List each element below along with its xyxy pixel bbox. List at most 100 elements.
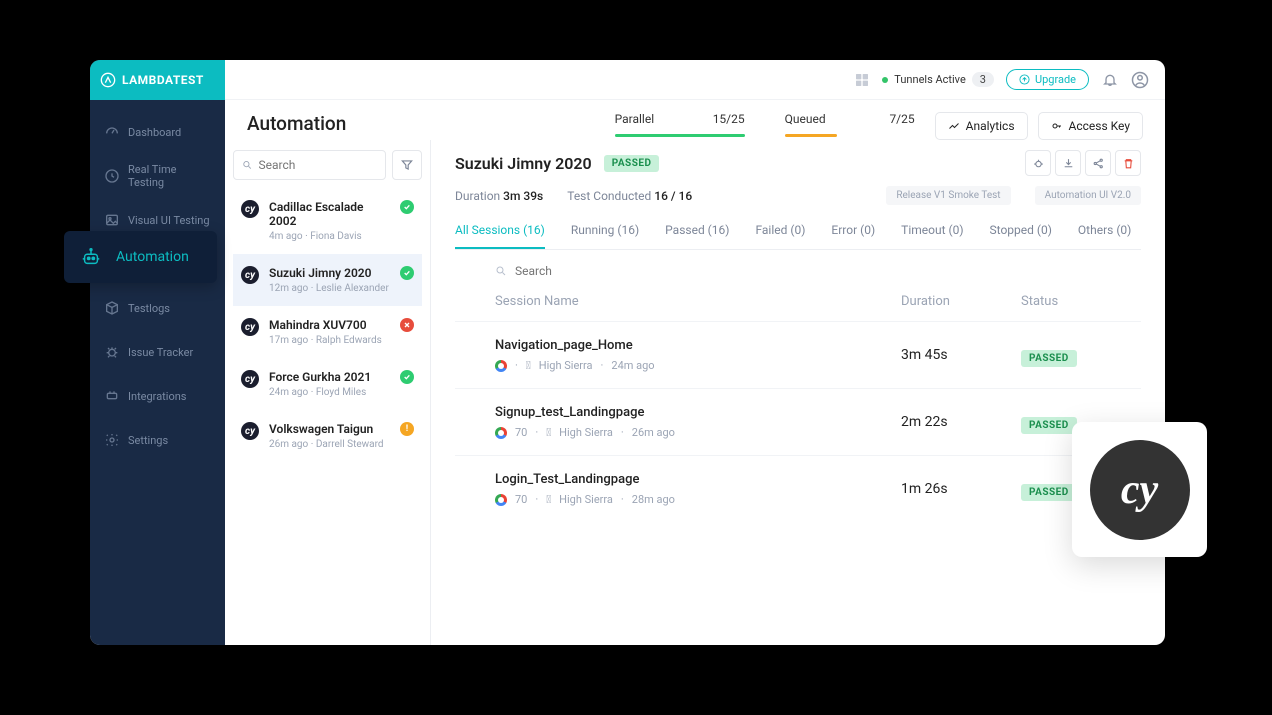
search-icon [242,159,253,171]
user-circle-icon [1131,71,1149,89]
col-duration-header: Duration [901,294,1021,309]
session-table-search[interactable] [455,264,1141,278]
robot-icon [80,246,102,268]
session-tab[interactable]: Passed (16) [665,223,729,249]
counter-value: 7/25 [889,112,914,126]
session-row[interactable]: Login_Test_Landingpage 70·  High Sierra… [455,455,1141,522]
session-row-status: PASSED [1021,484,1077,501]
session-tabs: All Sessions (16) Running (16) Passed (16)… [455,223,1141,250]
build-name: Volkswagen Taigun [269,422,390,436]
sidebar-item-label: Settings [128,434,168,447]
build-name: Cadillac Escalade 2002 [269,200,390,228]
sidebar-flyout-automation[interactable]: Automation [64,231,217,283]
conducted-label: Test Conducted [567,189,651,203]
session-tab[interactable]: Error (0) [831,223,875,249]
build-item[interactable]: cy Volkswagen Taigun 26m ago · Darrell S… [233,410,422,462]
build-item[interactable]: cy Cadillac Escalade 2002 4m ago · Fiona… [233,188,422,254]
search-icon [495,265,507,277]
gauge-icon [104,124,120,140]
build-search[interactable] [233,150,386,180]
tunnels-label: Tunnels Active [894,73,965,86]
col-status-header: Status [1021,294,1141,309]
apple-icon:  [546,493,551,506]
progress-bar-orange [785,134,837,137]
sidebar-item-realtimetesting[interactable]: Real Time Testing [90,154,225,198]
col-name-header: Session Name [495,294,901,309]
session-tab[interactable]: Timeout (0) [901,223,963,249]
filter-button[interactable] [392,150,422,180]
build-item[interactable]: cy Suzuki Jimny 2020 12m ago · Leslie Al… [233,254,422,306]
session-row-duration: 3m 45s [901,347,1021,363]
duration-label: Duration [455,189,500,203]
build-status-icon: ! [400,422,414,436]
counter-value: 15/25 [713,112,745,126]
analytics-button[interactable]: Analytics [935,112,1028,140]
build-meta: 17m ago · Ralph Edwards [269,335,390,346]
build-meta: 24m ago · Floyd Miles [269,387,390,398]
brand-header[interactable]: LAMBDATEST [90,60,225,100]
build-search-input[interactable] [259,158,377,172]
sidebar-item-label: Real Time Testing [128,163,211,189]
cypress-icon: cy [1090,440,1190,540]
sidebar-item-integrations[interactable]: Integrations [90,374,225,418]
analytics-label: Analytics [966,119,1015,133]
upgrade-label: Upgrade [1035,73,1076,86]
apple-icon:  [526,359,531,372]
session-row[interactable]: Signup_test_Landingpage 70·  High Sierr… [455,388,1141,455]
session-title: Suzuki Jimny 2020 [455,154,592,173]
session-row-duration: 1m 26s [901,481,1021,497]
sidebar-item-issuetracker[interactable]: Issue Tracker [90,330,225,374]
session-row-meta: ·  High Sierra·24m ago [495,359,901,372]
build-meta: 12m ago · Leslie Alexander [269,283,390,294]
session-tab[interactable]: Stopped (0) [990,223,1052,249]
build-status-icon [400,370,414,384]
build-status-icon [400,266,414,280]
build-item[interactable]: cy Force Gurkha 2021 24m ago · Floyd Mil… [233,358,422,410]
status-pill: PASSED [604,155,660,172]
key-icon [1051,120,1063,132]
brand-text: LAMBDATEST [122,73,204,87]
conducted-value: 16 / 16 [654,189,692,203]
session-row[interactable]: Navigation_page_Home ·  High Sierra·24m… [455,321,1141,388]
session-row-name: Login_Test_Landingpage [495,472,901,487]
grid-icon[interactable] [854,72,870,88]
counter-label: Queued [785,112,826,126]
profile-button[interactable] [1131,71,1149,89]
notifications-button[interactable] [1101,71,1119,89]
sidebar-item-settings[interactable]: Settings [90,418,225,462]
build-item[interactable]: cy Mahindra XUV700 17m ago · Ralph Edwar… [233,306,422,358]
lambda-icon [100,72,116,88]
bug-icon [104,344,120,360]
counter-label: Parallel [615,112,655,126]
build-list-panel: cy Cadillac Escalade 2002 4m ago · Fiona… [225,140,430,645]
session-tab[interactable]: All Sessions (16) [455,223,545,249]
push-bug-button[interactable] [1025,150,1051,176]
build-status-icon [400,318,414,332]
tunnels-count-badge: 3 [972,72,994,87]
flyout-label: Automation [116,249,189,265]
session-tab[interactable]: Failed (0) [755,223,805,249]
sidebar-item-dashboard[interactable]: Dashboard [90,110,225,154]
arrow-up-circle-icon [1019,74,1030,85]
download-button[interactable] [1055,150,1081,176]
access-key-button[interactable]: Access Key [1038,112,1143,140]
session-search-input[interactable] [515,264,671,278]
sidebar-item-label: Testlogs [128,302,170,315]
share-button[interactable] [1085,150,1111,176]
session-detail-panel: Suzuki Jimny 2020 PASSED [430,140,1165,645]
cypress-icon: cy [241,422,259,440]
session-tab[interactable]: Others (0) [1078,223,1131,249]
build-name: Force Gurkha 2021 [269,370,390,384]
body-columns: cy Cadillac Escalade 2002 4m ago · Fiona… [225,140,1165,645]
app-window: LAMBDATEST Dashboard Real Time Testing V… [90,60,1165,645]
session-tab[interactable]: Running (16) [571,223,639,249]
session-tag: Automation UI V2.0 [1035,186,1141,205]
share-icon [1092,157,1105,170]
delete-button[interactable] [1115,150,1141,176]
status-dot-icon [882,77,888,83]
cypress-icon: cy [241,266,259,284]
chart-icon [948,120,960,132]
upgrade-button[interactable]: Upgrade [1006,69,1089,90]
build-meta: 4m ago · Fiona Davis [269,231,390,242]
sidebar-item-testlogs[interactable]: Testlogs [90,286,225,330]
